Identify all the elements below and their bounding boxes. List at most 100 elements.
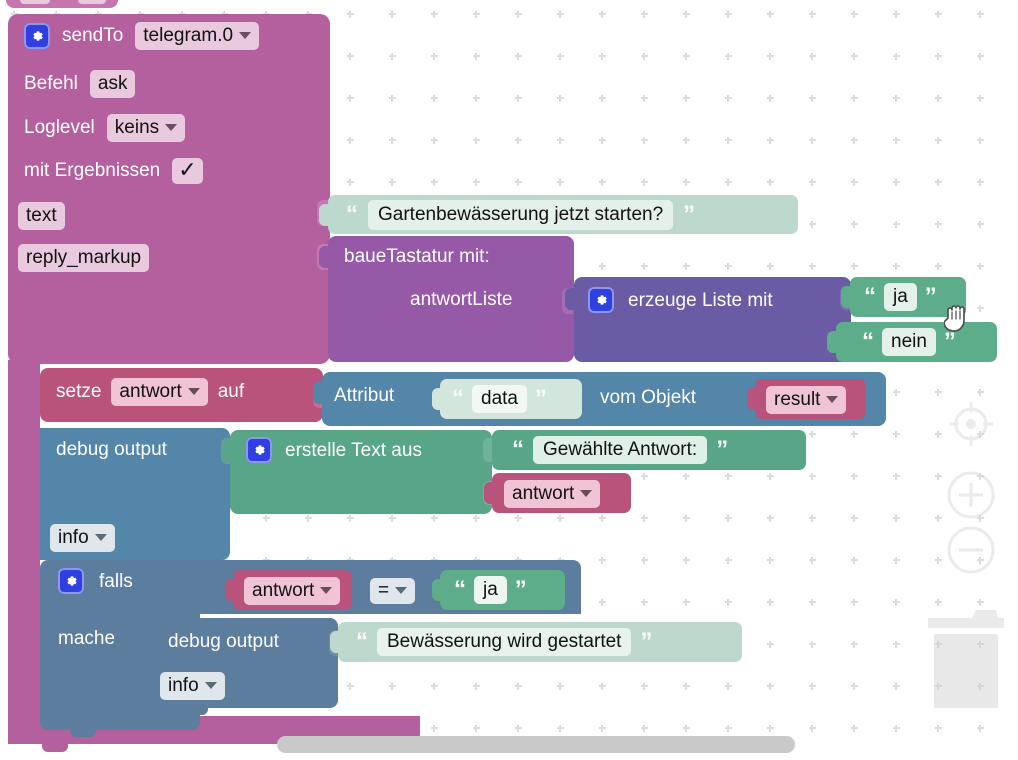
chevron-down-icon: [826, 396, 839, 404]
gear-icon[interactable]: [588, 287, 614, 313]
sendto-row-loglevel[interactable]: Loglevel keins: [24, 114, 186, 142]
open-quote-icon: “: [862, 327, 874, 355]
object-variable-plug: [747, 388, 758, 410]
compare-right-string-row[interactable]: “ ja ”: [454, 576, 527, 604]
gear-icon[interactable]: [246, 437, 272, 463]
horizontal-scrollbar[interactable]: [277, 736, 795, 753]
chevron-down-icon: [187, 388, 200, 396]
close-quote-icon: ”: [683, 200, 696, 228]
chevron-down-icon: [204, 682, 217, 690]
compare-left-field[interactable]: antwort: [244, 577, 341, 605]
compare-right-field[interactable]: ja: [474, 576, 507, 604]
loglevel-label: Loglevel: [24, 117, 95, 139]
sendto-row-befehl[interactable]: Befehl ask: [24, 70, 136, 98]
create-text-part2-dropdown[interactable]: antwort: [504, 480, 601, 508]
close-quote-icon: ”: [514, 575, 527, 603]
debug-level-dropdown[interactable]: info: [160, 672, 225, 700]
create-text-part2-plug: [484, 482, 495, 504]
sendto-block[interactable]: [8, 14, 330, 364]
close-quote-icon: ”: [716, 435, 729, 463]
object-variable-dropdown[interactable]: result: [766, 386, 847, 414]
debug-output-level-1[interactable]: info: [50, 524, 115, 552]
compare-left-dropdown[interactable]: antwort: [244, 577, 341, 605]
mit-ergebnissen-checkbox[interactable]: ✓: [172, 158, 203, 184]
create-text-label: erstelle Text aus: [285, 439, 422, 461]
sendto-instance-dropdown[interactable]: telegram.0: [135, 22, 260, 50]
close-quote-icon: ”: [640, 627, 653, 655]
attribut-label: Attribut: [334, 385, 395, 406]
text-string-question-row[interactable]: “ Gartenbewässerung jetzt starten? ”: [346, 200, 695, 230]
center-on-blocks-button[interactable]: [945, 398, 997, 455]
chevron-down-icon: [239, 32, 252, 40]
object-variable-field[interactable]: result: [766, 386, 847, 414]
set-variable-row[interactable]: setze antwort auf: [56, 378, 244, 406]
attribute-row[interactable]: Attribut: [334, 386, 394, 405]
text-string-question-field[interactable]: Gartenbewässerung jetzt starten?: [368, 200, 674, 230]
close-quote-icon: ”: [534, 384, 547, 412]
vom-objekt-label: vom Objekt: [600, 387, 697, 408]
sendto-header-row[interactable]: sendTo telegram.0: [24, 22, 260, 50]
set-variable-top-notch: [68, 368, 94, 377]
debug-output-top-notch-2: [182, 618, 208, 627]
sendto-row-text[interactable]: text: [18, 202, 65, 230]
create-list-header[interactable]: erzeuge Liste mit: [588, 287, 773, 313]
mache-label: mache: [58, 628, 116, 649]
attribute-name-string-row[interactable]: “ data ”: [452, 385, 547, 413]
open-quote-icon: “: [454, 575, 466, 603]
debug-output-label-1: debug output: [56, 439, 167, 460]
mit-ergebnissen-label: mit Ergebnissen: [24, 160, 161, 182]
build-keyboard-arg-label: antwortListe: [410, 289, 513, 310]
setze-label: setze: [56, 381, 102, 403]
falls-label: falls: [99, 570, 133, 592]
chevron-down-icon: [320, 587, 333, 595]
gear-icon[interactable]: [24, 22, 50, 49]
trash-icon[interactable]: [920, 600, 1010, 717]
open-quote-icon: “: [512, 435, 524, 463]
befehl-label: Befehl: [24, 73, 78, 95]
compare-right-plug: [432, 579, 443, 601]
create-text-part1-field[interactable]: Gewählte Antwort:: [533, 436, 708, 464]
if-block-header[interactable]: falls: [58, 568, 133, 594]
debug-message-string-row[interactable]: “ Bewässerung wird gestartet ”: [356, 628, 652, 656]
create-text-part1-row[interactable]: “ Gewählte Antwort: ”: [512, 436, 728, 464]
zoom-out-button[interactable]: [946, 525, 996, 580]
zoom-in-button[interactable]: [946, 470, 996, 525]
debug-level-dropdown[interactable]: info: [50, 524, 115, 552]
debug-message-string-plug: [330, 631, 341, 653]
debug-message-field[interactable]: Bewässerung wird gestartet: [377, 628, 632, 656]
loglevel-dropdown[interactable]: keins: [106, 114, 186, 142]
create-text-header[interactable]: erstelle Text aus: [246, 437, 422, 463]
list-item-string-row[interactable]: “ nein ”: [862, 328, 956, 356]
create-text-part2-field[interactable]: antwort: [504, 480, 601, 508]
list-item-string-plug: [841, 286, 853, 308]
clipped-block-field-a: [20, 0, 50, 4]
compare-operator-dropdown[interactable]: =: [370, 578, 416, 604]
if-block-bottom-notch: [70, 728, 96, 737]
sendto-row-ergebnisse[interactable]: mit Ergebnissen ✓: [24, 158, 203, 184]
clipped-block-field-b: [78, 0, 106, 4]
text-socket-label: text: [18, 202, 65, 230]
sendto-row-replymarkup[interactable]: reply_markup: [18, 244, 150, 272]
attribute-name-field[interactable]: data: [472, 385, 527, 413]
debug-output-label-2: debug output: [168, 631, 279, 652]
chevron-down-icon: [580, 490, 593, 498]
list-item-string-field[interactable]: nein: [882, 328, 936, 356]
set-variable-dropdown[interactable]: antwort: [111, 378, 208, 406]
mouse-cursor-grab-icon: [943, 300, 972, 339]
create-list-label: erzeuge Liste mit: [628, 289, 773, 311]
debug-output-level-2[interactable]: info: [160, 672, 225, 700]
compare-operator[interactable]: =: [370, 578, 416, 604]
open-quote-icon: “: [452, 384, 464, 412]
list-item-string-row[interactable]: “ ja ”: [864, 283, 937, 311]
sendto-left-column: [8, 360, 40, 742]
gear-icon[interactable]: [58, 568, 84, 594]
create-text-plug: [221, 440, 233, 462]
list-item-string-field[interactable]: ja: [884, 283, 917, 311]
befehl-field[interactable]: ask: [89, 70, 136, 98]
chevron-down-icon: [165, 124, 178, 132]
build-keyboard-plug: [319, 246, 331, 268]
sendto-bottom-notch: [42, 742, 68, 752]
attribute-plug: [313, 382, 325, 404]
open-quote-icon: “: [864, 282, 876, 310]
auf-label: auf: [217, 381, 245, 403]
